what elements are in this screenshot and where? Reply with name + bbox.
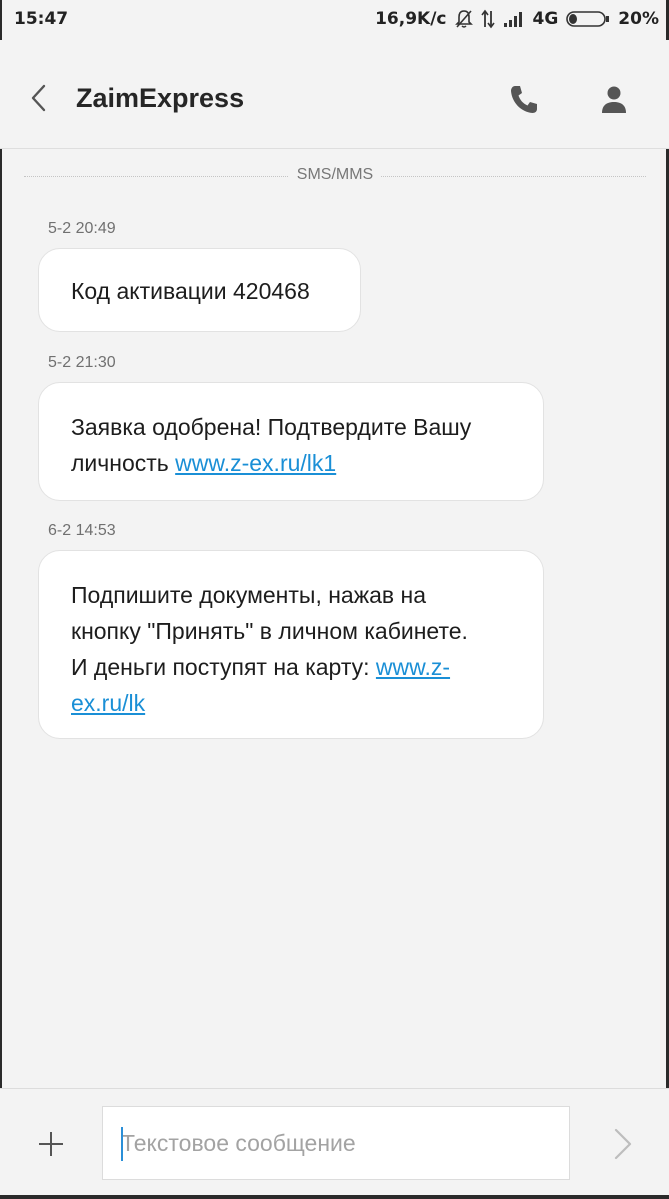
screen-edge-left [0,0,2,1199]
message-timestamp: 5-2 21:30 [48,354,116,371]
message-link-continued[interactable]: ex.ru/lk [71,690,145,716]
phone-icon[interactable] [508,83,540,117]
message-line: Подпишите документы, нажав на [71,582,426,608]
message-line: И деньги поступят на карту: [71,654,376,680]
message-timestamp: 5-2 20:49 [48,220,116,237]
status-bar: 15:47 16,9K/c 4G 20% [0,0,669,40]
message-bubble[interactable]: Подпишите документы, нажав на кнопку "Пр… [38,550,544,739]
thread-divider: SMS/MMS [24,166,646,186]
signal-icon [503,10,525,28]
app-bar: ZaimExpress [0,40,669,149]
message-timestamp: 6-2 14:53 [48,522,116,539]
composer-bar [0,1088,669,1195]
back-arrow-icon[interactable] [26,82,54,114]
battery-level: 20% [618,9,659,29]
message-bubble[interactable]: Заявка одобрена! Подтвердите Вашу личнос… [38,382,544,501]
status-indicators: 16,9K/c 4G 20% [375,9,659,29]
text-cursor [121,1127,123,1161]
contact-name: ZaimExpress [76,83,245,113]
message-link[interactable]: www.z- [376,654,450,680]
person-icon[interactable] [598,83,630,117]
divider-label: SMS/MMS [288,166,382,184]
send-icon[interactable] [612,1127,634,1161]
message-bubble[interactable]: Код активации 420468 [38,248,361,332]
message-text: Код активации 420468 [71,278,310,304]
message-line: кнопку "Принять" в личном кабинете. [71,618,468,644]
message-input[interactable] [102,1106,570,1180]
network-type: 4G [532,9,559,29]
plus-icon[interactable] [36,1129,66,1159]
message-link[interactable]: www.z-ex.ru/lk1 [175,450,336,476]
network-speed: 16,9K/c [375,9,447,29]
mute-bell-icon [454,9,473,29]
status-time: 15:47 [14,9,69,29]
data-transfer-icon [480,9,495,29]
battery-icon [566,10,610,28]
